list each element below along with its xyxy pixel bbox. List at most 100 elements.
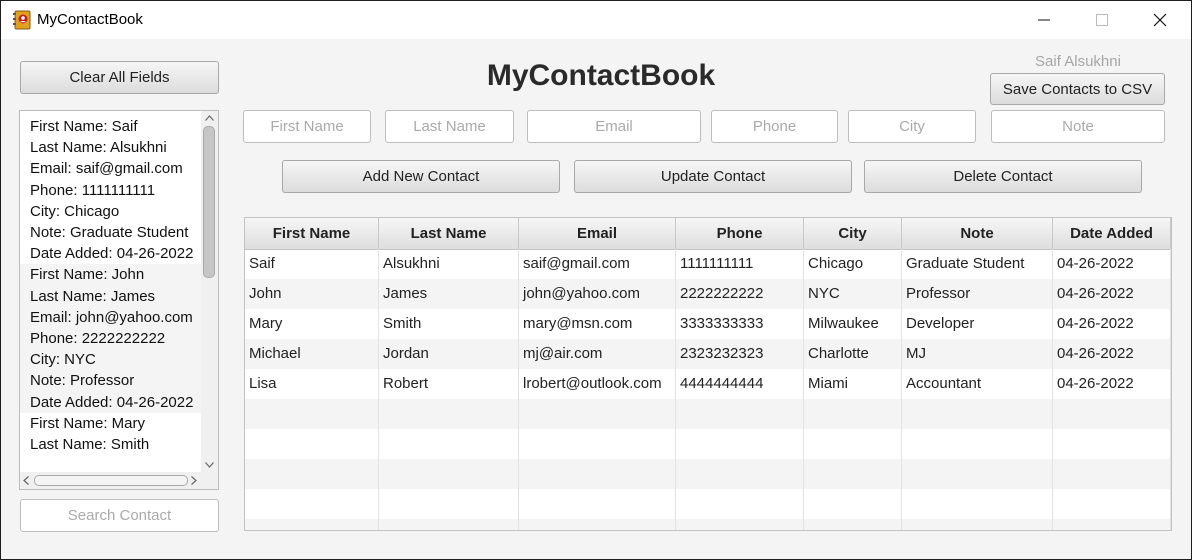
table-cell (519, 489, 676, 519)
contact-list-item[interactable]: First Name: Mary Last Name: Smith (20, 413, 202, 455)
close-button[interactable] (1131, 1, 1189, 39)
contact-book-icon (13, 10, 31, 30)
table-cell: 3333333333 (676, 309, 804, 339)
add-new-contact-button[interactable]: Add New Contact (282, 160, 560, 193)
table-cell (676, 399, 804, 429)
table-cell: 2222222222 (676, 279, 804, 309)
update-contact-button[interactable]: Update Contact (574, 160, 852, 193)
table-row[interactable]: Mary Smith mary@msn.com 3333333333 Milwaukee… (245, 309, 1171, 339)
table-cell: NYC (804, 279, 902, 309)
clear-all-fields-button[interactable]: Clear All Fields (20, 61, 219, 94)
note-field[interactable]: Note (991, 110, 1165, 143)
table-cell (379, 489, 519, 519)
horizontal-scroll-thumb[interactable] (34, 475, 188, 486)
table-row[interactable] (245, 519, 1171, 530)
column-header[interactable]: City (804, 218, 902, 249)
table-cell: Developer (902, 309, 1053, 339)
contact-list-item-line: Last Name: James (30, 287, 156, 305)
app-window: MyContactBook Clear All Fields MyContact… (0, 0, 1192, 560)
contact-list-item-line: Note: Graduate Student (30, 224, 189, 242)
contact-list-item-line: Note: Professor (30, 372, 135, 390)
table-cell: Charlotte (804, 339, 902, 369)
last-name-field[interactable]: Last Name (385, 110, 514, 143)
contact-list-items: First Name: Saif Last Name: Alsukhni Email… (20, 116, 202, 455)
maximize-button[interactable] (1073, 1, 1131, 39)
column-header[interactable]: Email (519, 218, 676, 249)
table-cell (804, 519, 902, 530)
scroll-right-arrow-icon[interactable] (191, 476, 197, 485)
contact-list-item-line: Email: john@yahoo.com (30, 308, 193, 326)
first-name-field[interactable]: First Name (243, 110, 371, 143)
table-row[interactable]: John James john@yahoo.com 2222222222 NYC Prof… (245, 279, 1171, 309)
table-cell (245, 429, 379, 459)
vertical-scroll-thumb[interactable] (203, 126, 215, 278)
table-cell: Alsukhni (379, 249, 519, 279)
table-cell (902, 489, 1053, 519)
column-header[interactable]: Note (902, 218, 1053, 249)
minimize-icon (1038, 19, 1050, 21)
table-row[interactable]: Michael Jordan mj@air.com 2323232323 Charlot… (245, 339, 1171, 369)
table-cell: Miami (804, 369, 902, 399)
table-cell (804, 489, 902, 519)
table-cell: Jordan (379, 339, 519, 369)
table-cell (804, 459, 902, 489)
contact-list-vertical-scrollbar[interactable] (201, 111, 218, 473)
table-cell (379, 429, 519, 459)
contact-list-item-line: Phone: 1111111111 (30, 181, 156, 199)
table-cell: 04-26-2022 (1053, 369, 1171, 399)
contact-list-item-line: City: Chicago (30, 202, 120, 220)
table-cell (676, 459, 804, 489)
table-cell: 2323232323 (676, 339, 804, 369)
table-cell: Smith (379, 309, 519, 339)
search-contact-input[interactable]: Search Contact (20, 499, 219, 532)
table-cell (1053, 519, 1171, 530)
contact-list-item-line: Email: saif@gmail.com (30, 160, 183, 178)
contact-list-horizontal-scrollbar[interactable] (20, 472, 202, 489)
column-header[interactable]: Last Name (379, 218, 519, 249)
table-row[interactable] (245, 399, 1171, 429)
table-cell: 04-26-2022 (1053, 309, 1171, 339)
table-row[interactable] (245, 489, 1171, 519)
table-cell: Robert (379, 369, 519, 399)
table-cell (1053, 459, 1171, 489)
contact-list-item-line: First Name: Saif (30, 118, 138, 135)
table-cell (804, 429, 902, 459)
table-row[interactable] (245, 429, 1171, 459)
window-title: MyContactBook (37, 11, 143, 28)
contact-list[interactable]: First Name: Saif Last Name: Alsukhni Email… (19, 110, 219, 490)
table-cell (1053, 399, 1171, 429)
table-cell: Lisa (245, 369, 379, 399)
column-header[interactable]: First Name (245, 218, 379, 249)
table-row[interactable]: Lisa Robert lrobert@outlook.com 4444444444 M… (245, 369, 1171, 399)
contact-list-item-line: First Name: Mary (30, 414, 146, 432)
contact-list-item[interactable]: First Name: Saif Last Name: Alsukhni Email… (20, 116, 202, 264)
table-cell (519, 519, 676, 530)
table-row[interactable]: Saif Alsukhni saif@gmail.com 1111111111 Chic… (245, 249, 1171, 279)
table-cell: mary@msn.com (519, 309, 676, 339)
table-cell: john@yahoo.com (519, 279, 676, 309)
table-cell: James (379, 279, 519, 309)
table-cell (379, 459, 519, 489)
table-row[interactable] (245, 459, 1171, 489)
table-cell: John (245, 279, 379, 309)
minimize-button[interactable] (1015, 1, 1073, 39)
table-cell: Mary (245, 309, 379, 339)
column-header[interactable]: Date Added (1053, 218, 1171, 249)
email-field[interactable]: Email (527, 110, 701, 143)
scroll-down-arrow-icon[interactable] (205, 462, 214, 468)
column-header[interactable]: Phone (676, 218, 804, 249)
contact-list-item-line: City: NYC (30, 351, 96, 369)
table-header: First Name Last Name Email Phone City Note Dat… (245, 218, 1171, 250)
contact-list-item-line: Last Name: Alsukhni (30, 139, 167, 157)
contacts-table[interactable]: First Name Last Name Email Phone City Note Dat… (244, 217, 1172, 531)
save-contacts-csv-button[interactable]: Save Contacts to CSV (990, 73, 1165, 105)
scroll-up-arrow-icon[interactable] (205, 115, 214, 121)
delete-contact-button[interactable]: Delete Contact (864, 160, 1142, 193)
table-cell: Milwaukee (804, 309, 902, 339)
contact-list-item[interactable]: First Name: John Last Name: James Email: j… (20, 264, 202, 413)
page-title: MyContactBook (486, 59, 716, 92)
city-field[interactable]: City (848, 110, 976, 143)
scroll-left-arrow-icon[interactable] (23, 476, 29, 485)
table-cell (519, 429, 676, 459)
phone-field[interactable]: Phone (711, 110, 838, 143)
